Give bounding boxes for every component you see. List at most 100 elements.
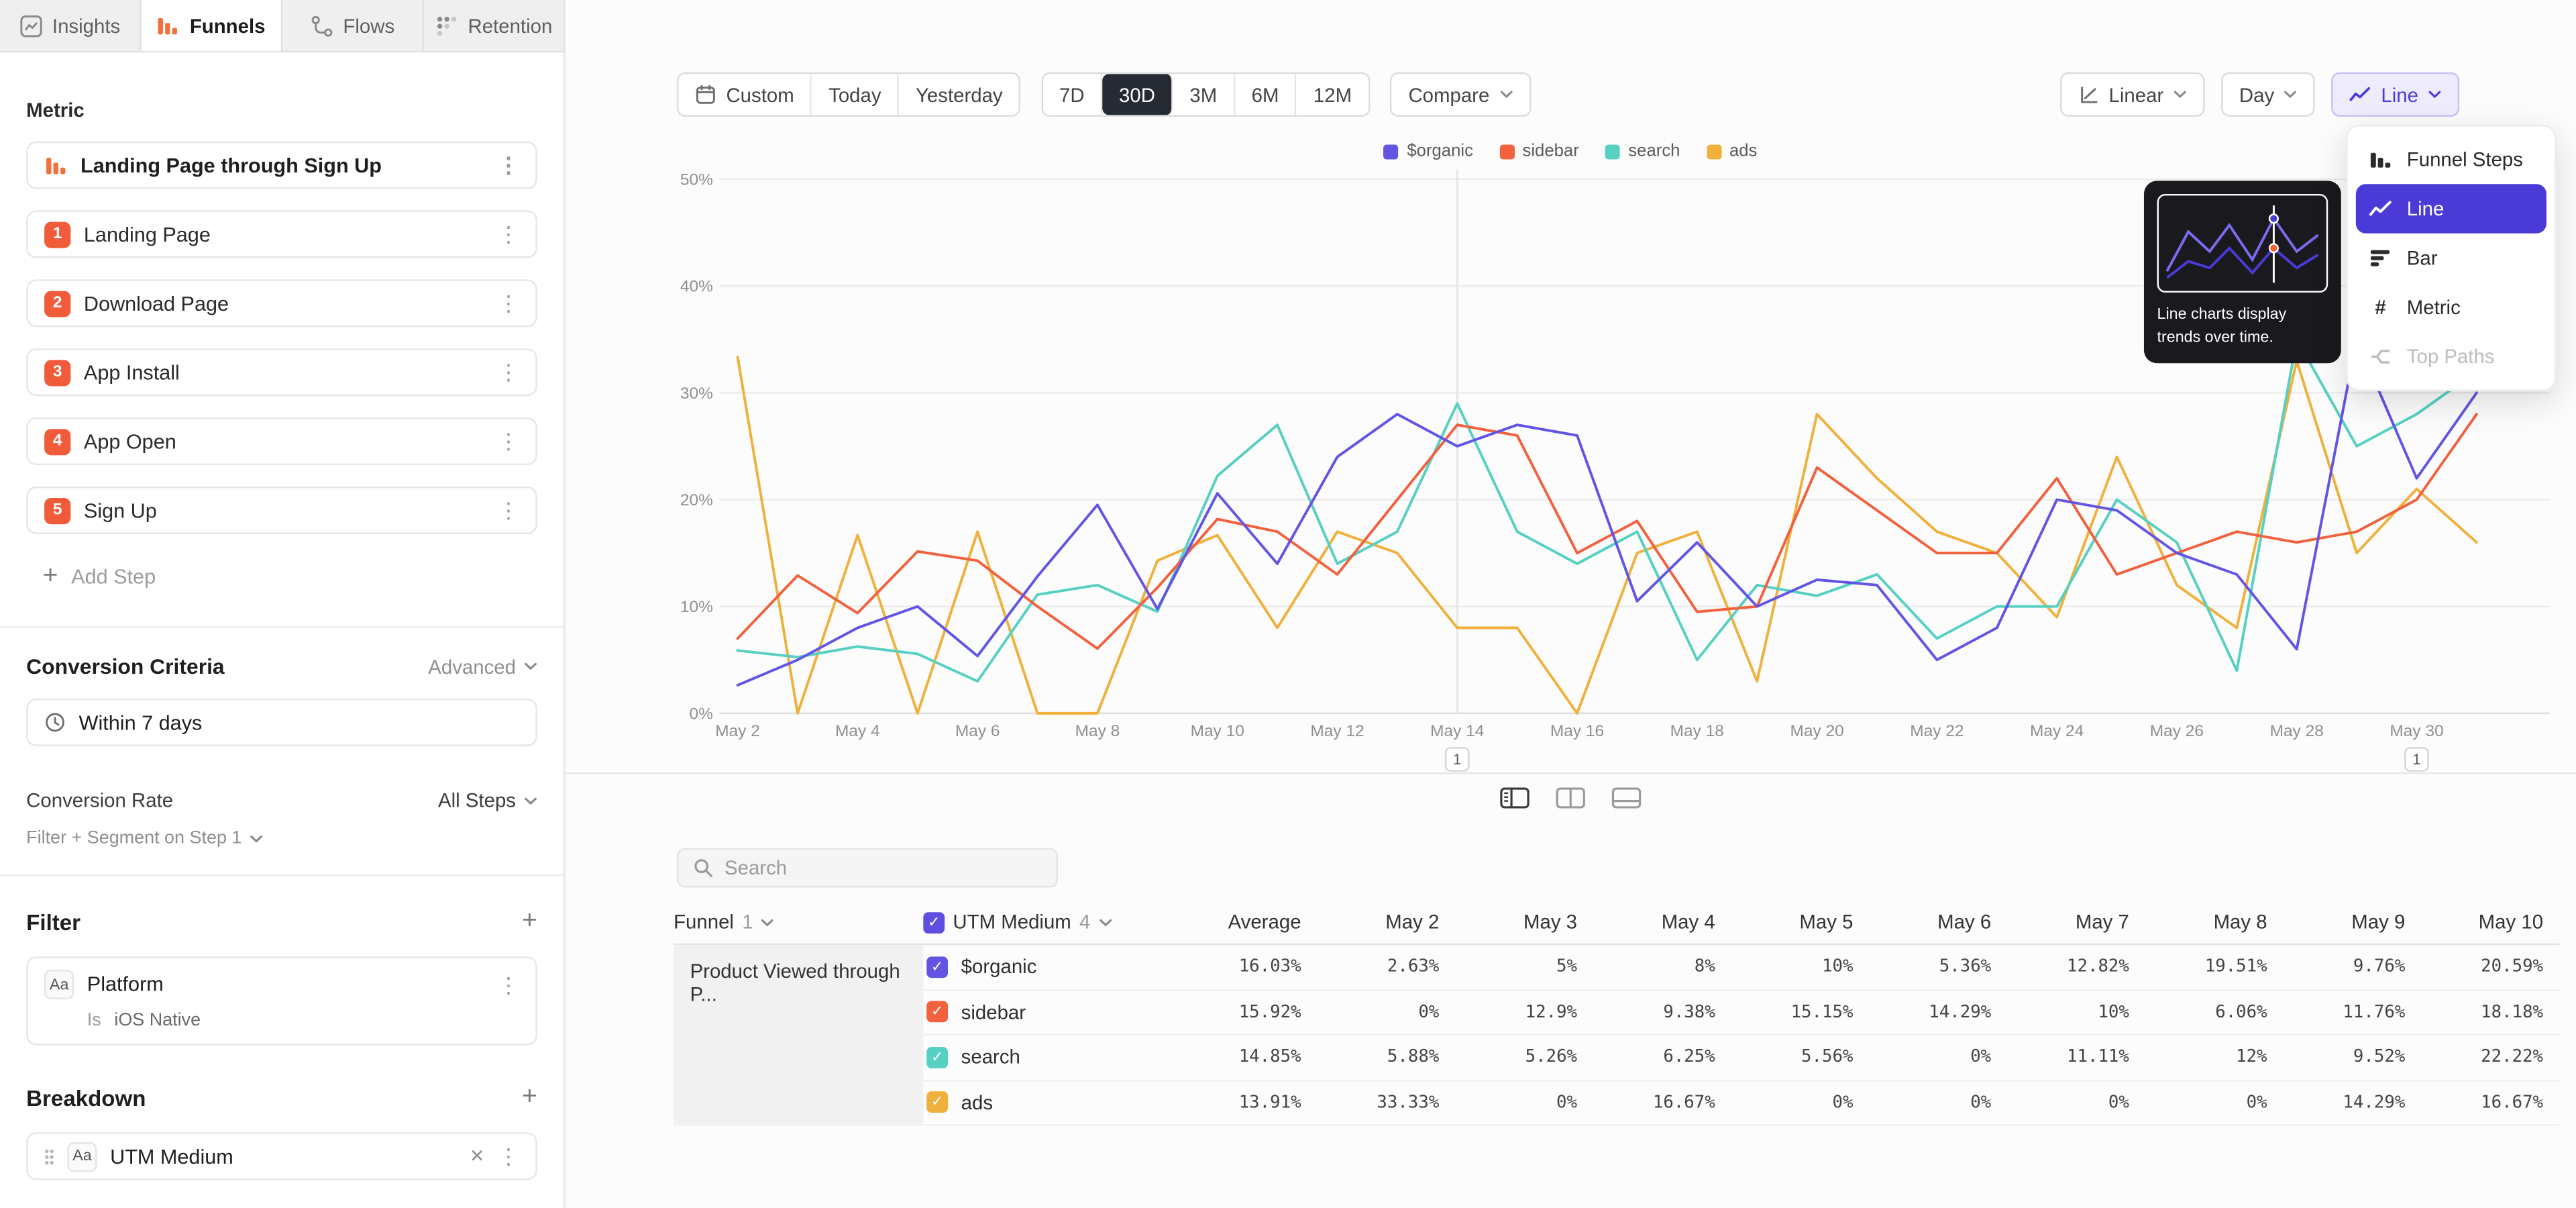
date-preset-label: Custom xyxy=(726,83,794,106)
column-header-may-8[interactable]: May 8 xyxy=(2145,911,2284,934)
kebab-menu-icon[interactable]: ⋮ xyxy=(498,154,519,176)
cell-value: 11.11% xyxy=(2008,1048,2146,1067)
funnels-icon xyxy=(157,14,180,37)
svg-text:May 14: May 14 xyxy=(1430,722,1484,740)
table-row-ads: ✓ads13.91%33.33%0%16.67%0%0%0%0%14.29%16… xyxy=(674,1080,2559,1125)
date-range-6m[interactable]: 6M xyxy=(1235,74,1297,115)
svg-text:30%: 30% xyxy=(680,385,713,403)
add-breakdown-button[interactable]: + xyxy=(522,1085,537,1111)
funnel-step-app-open[interactable]: 4App Open⋮ xyxy=(26,417,537,465)
layout-split-bottom-button[interactable] xyxy=(1607,784,1646,812)
date-range-12m[interactable]: 12M xyxy=(1297,74,1368,115)
row-checkbox-organic[interactable]: ✓ xyxy=(926,956,948,978)
tab-funnels[interactable]: Funnels xyxy=(142,0,283,51)
platform-filter-card[interactable]: Aa Platform ⋮ Is iOS Native xyxy=(26,956,537,1045)
add-filter-button[interactable]: + xyxy=(522,909,537,935)
funnel-column-header[interactable]: Funnel 1 xyxy=(674,911,923,934)
date-range-3m[interactable]: 3M xyxy=(1173,74,1235,115)
kebab-menu-icon[interactable]: ⋮ xyxy=(498,362,519,383)
chevron-down-icon xyxy=(524,797,537,805)
row-checkbox-search[interactable]: ✓ xyxy=(926,1046,948,1068)
filter-header-row: Filter + xyxy=(26,909,537,935)
conversion-window-card[interactable]: Within 7 days xyxy=(26,699,537,746)
row-checkbox-sidebar[interactable]: ✓ xyxy=(926,1001,948,1023)
breakdown-item-card[interactable]: Aa UTM Medium ✕ ⋮ xyxy=(26,1132,537,1180)
utm-column-header[interactable]: ✓ UTM Medium 4 xyxy=(923,911,1222,934)
layout-split-center-button[interactable] xyxy=(1551,784,1591,812)
compare-button[interactable]: Compare xyxy=(1392,74,1529,115)
add-step-button[interactable]: + Add Step xyxy=(26,554,537,600)
line-icon xyxy=(2369,197,2392,220)
view-option-line[interactable]: Line xyxy=(2356,184,2546,233)
step-label: Download Page xyxy=(84,292,485,315)
column-header-may-4[interactable]: May 4 xyxy=(1594,911,1732,934)
tab-retention[interactable]: Retention xyxy=(424,0,564,51)
kebab-menu-icon[interactable]: ⋮ xyxy=(498,499,519,521)
column-header-may-5[interactable]: May 5 xyxy=(1731,911,1870,934)
date-preset-today[interactable]: Today xyxy=(812,74,900,115)
layout-split-left-button[interactable] xyxy=(1495,784,1535,812)
kebab-menu-icon[interactable]: ⋮ xyxy=(498,223,519,245)
chevron-down-icon xyxy=(524,662,537,670)
row-label-cell: ✓sidebar xyxy=(923,1001,1222,1023)
view-option-metric[interactable]: #Metric xyxy=(2356,283,2546,332)
funnel-step-download-page[interactable]: 2Download Page⋮ xyxy=(26,279,537,327)
bar-icon xyxy=(2369,246,2392,269)
scale-dropdown[interactable]: Linear xyxy=(2059,72,2204,117)
funnel-step-landing-page[interactable]: 1Landing Page⋮ xyxy=(26,210,537,258)
date-preset-yesterday[interactable]: Yesterday xyxy=(900,74,1020,115)
granularity-dropdown[interactable]: Day xyxy=(2221,72,2315,117)
tooltip-text: Line charts display trends over time. xyxy=(2157,304,2328,349)
row-checkbox-ads[interactable]: ✓ xyxy=(926,1092,948,1113)
filter-segment-dropdown[interactable]: Filter + Segment on Step 1 xyxy=(26,828,537,848)
chart-type-tooltip: Line charts display trends over time. xyxy=(2144,181,2341,362)
step-number-badge: 4 xyxy=(44,428,70,454)
funnel-step-sign-up[interactable]: 5Sign Up⋮ xyxy=(26,487,537,534)
column-header-may-3[interactable]: May 3 xyxy=(1456,911,1594,934)
funnel-group-cell[interactable]: Product Viewed through P... xyxy=(674,945,923,1125)
remove-breakdown-icon[interactable]: ✕ xyxy=(470,1146,485,1167)
chart-type-dropdown[interactable]: Line xyxy=(2332,72,2459,117)
date-preset-group: Custom Today Yesterday xyxy=(677,72,1021,117)
column-header-may-9[interactable]: May 9 xyxy=(2284,911,2422,934)
column-header-may-6[interactable]: May 6 xyxy=(1870,911,2008,934)
svg-text:May 26: May 26 xyxy=(2150,722,2204,740)
chart-type-label: Line xyxy=(2381,83,2418,106)
search-input[interactable] xyxy=(724,856,1042,879)
row-label: $organic xyxy=(961,955,1037,978)
conversion-criteria-label: Conversion Criteria xyxy=(26,654,428,679)
kebab-menu-icon[interactable]: ⋮ xyxy=(498,974,519,995)
cell-value: 9.52% xyxy=(2284,1048,2422,1067)
column-header-average[interactable]: Average xyxy=(1222,911,1318,934)
view-option-label: Top Paths xyxy=(2407,345,2495,368)
date-preset-label: Today xyxy=(828,83,881,106)
cell-value: 0% xyxy=(2145,1093,2284,1112)
kebab-menu-icon[interactable]: ⋮ xyxy=(498,293,519,314)
svg-text:May 8: May 8 xyxy=(1075,722,1120,740)
date-range-7d[interactable]: 7D xyxy=(1043,74,1103,115)
column-header-may-10[interactable]: May 10 xyxy=(2422,911,2560,934)
svg-text:20%: 20% xyxy=(680,491,713,509)
funnel-step-app-install[interactable]: 3App Install⋮ xyxy=(26,348,537,396)
cell-value: 22.22% xyxy=(2422,1048,2560,1067)
funnel-count: 1 xyxy=(742,911,753,934)
drag-handle-icon[interactable] xyxy=(44,1148,54,1164)
step-label: Sign Up xyxy=(84,499,485,521)
metric-card[interactable]: Landing Page through Sign Up ⋮ xyxy=(26,142,537,189)
funnel-steps-list: 1Landing Page⋮2Download Page⋮3App Instal… xyxy=(26,210,537,534)
cell-value: 5% xyxy=(1456,957,1594,976)
view-option-funnel-steps[interactable]: Funnel Steps xyxy=(2356,135,2546,184)
kebab-menu-icon[interactable]: ⋮ xyxy=(498,1146,519,1167)
tab-insights[interactable]: Insights xyxy=(0,0,142,51)
date-range-30d[interactable]: 30D xyxy=(1103,74,1173,115)
column-header-may-7[interactable]: May 7 xyxy=(2008,911,2146,934)
select-all-checkbox[interactable]: ✓ xyxy=(923,911,945,933)
advanced-dropdown[interactable]: Advanced xyxy=(428,655,537,678)
view-option-bar[interactable]: Bar xyxy=(2356,234,2546,283)
column-header-may-2[interactable]: May 2 xyxy=(1318,911,1456,934)
all-steps-dropdown[interactable]: All Steps xyxy=(438,789,537,812)
step-label: Landing Page xyxy=(84,223,485,246)
date-preset-custom[interactable]: Custom xyxy=(678,74,812,115)
tab-flows[interactable]: Flows xyxy=(282,0,424,51)
kebab-menu-icon[interactable]: ⋮ xyxy=(498,431,519,452)
